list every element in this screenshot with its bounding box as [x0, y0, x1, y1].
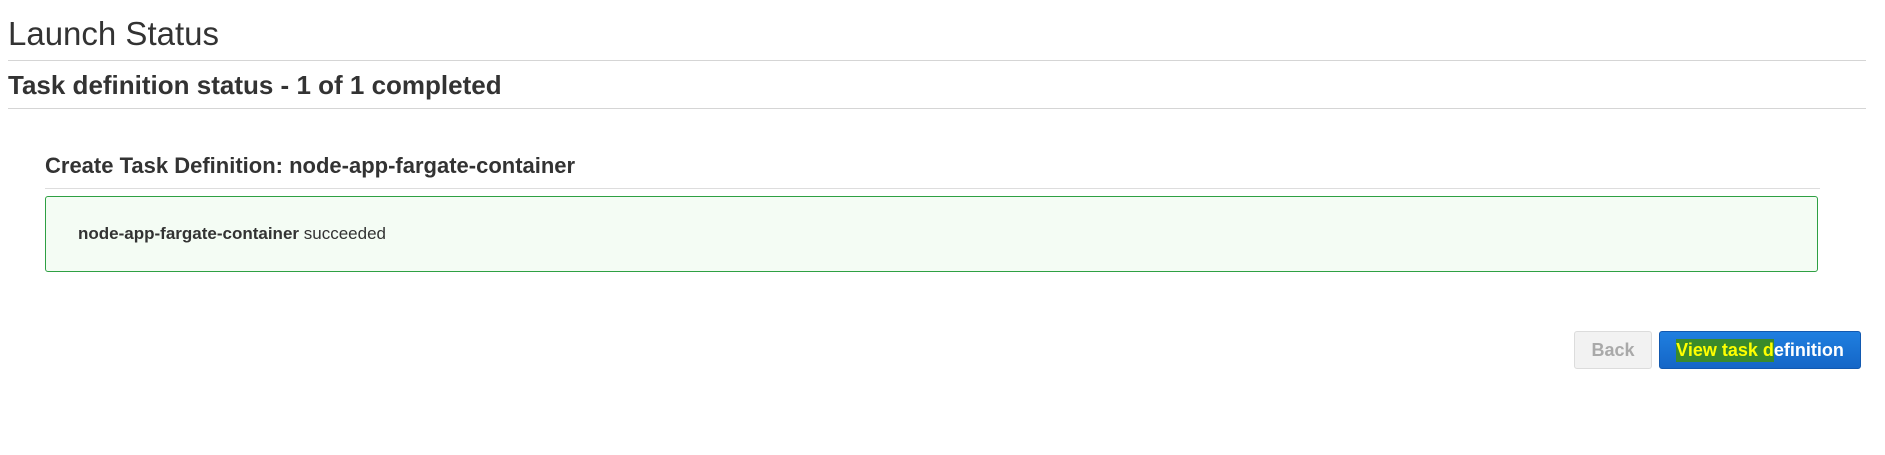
subtitle-divider: [8, 108, 1866, 109]
task-definition-status-heading: Task definition status - 1 of 1 complete…: [8, 70, 502, 100]
create-task-definition-section: Create Task Definition: node-app-fargate…: [45, 150, 1820, 189]
launch-status-page: Launch Status Task definition status - 1…: [0, 0, 1885, 455]
back-button[interactable]: Back: [1574, 331, 1652, 369]
section-divider: [45, 188, 1820, 189]
page-title: Launch Status: [8, 15, 219, 52]
success-alert: node-app-fargate-container succeeded: [45, 196, 1818, 272]
view-task-definition-button[interactable]: View task d efinition: [1659, 331, 1861, 369]
task-definition-name: node-app-fargate-container: [78, 224, 300, 243]
view-button-text-rest: efinition: [1773, 339, 1844, 360]
title-divider: [8, 60, 1866, 61]
view-button-highlighted-text: View task d: [1676, 338, 1774, 362]
section-title: Create Task Definition: node-app-fargate…: [45, 153, 576, 178]
alert-message: node-app-fargate-container succeeded: [78, 224, 386, 244]
alert-status-text: succeeded: [303, 224, 386, 243]
